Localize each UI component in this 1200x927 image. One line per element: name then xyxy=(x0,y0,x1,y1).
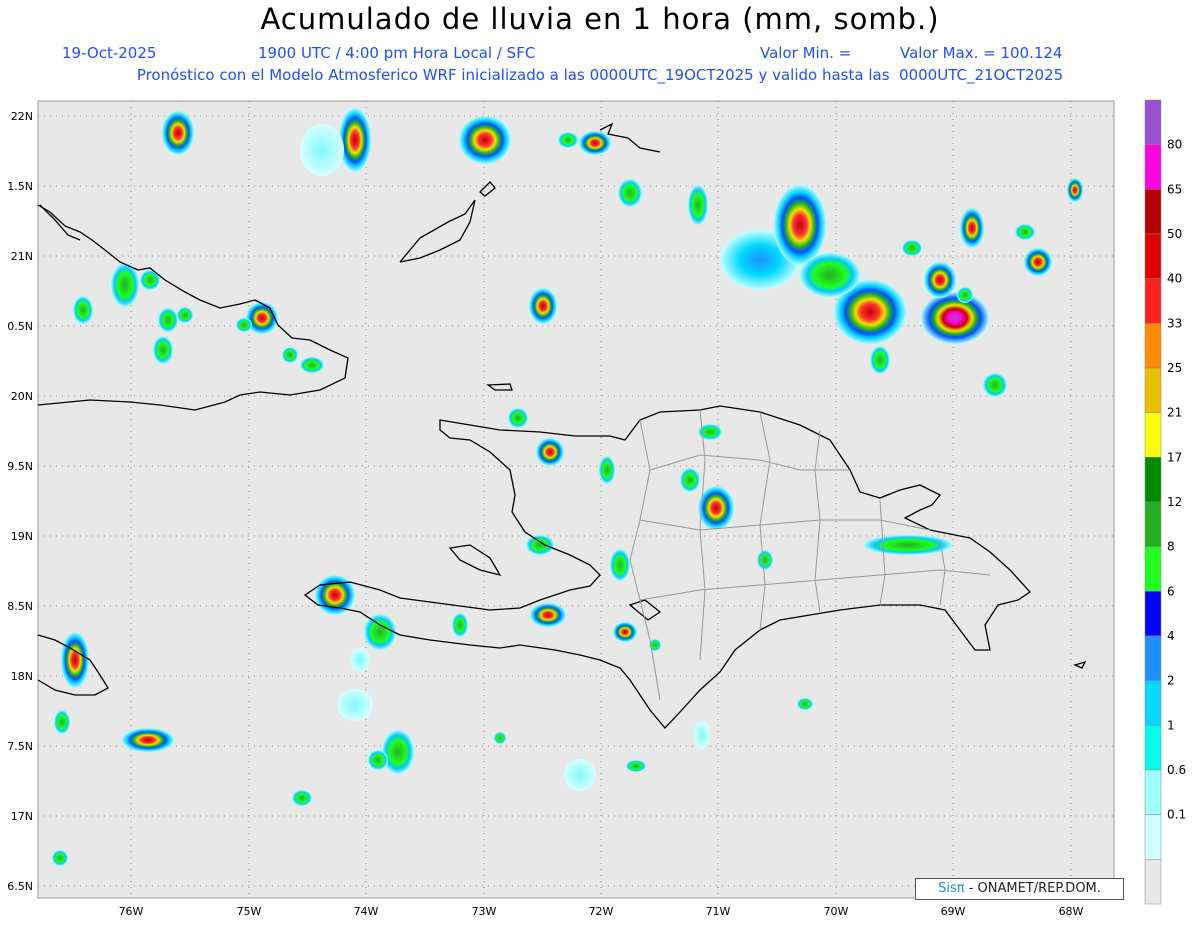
svg-text:17N: 17N xyxy=(11,810,33,823)
svg-text:6.5N: 6.5N xyxy=(7,880,33,893)
colorbar-swatch xyxy=(1144,457,1162,503)
svg-text:73W: 73W xyxy=(472,905,497,918)
colorbar-swatch xyxy=(1144,635,1162,681)
colorbar-swatch xyxy=(1144,367,1162,413)
colorbar-swatch xyxy=(1144,680,1162,726)
svg-text:76W: 76W xyxy=(119,905,144,918)
longitude-labels: 76W 75W 74W 73W 72W 71W 70W 69W 68W xyxy=(119,905,1084,918)
colorbar-swatch xyxy=(1144,323,1162,369)
svg-text:74W: 74W xyxy=(354,905,379,918)
colorbar-label: 0.6 xyxy=(1167,763,1186,777)
colorbar-swatch xyxy=(1144,189,1162,235)
colorbar-label: 65 xyxy=(1167,182,1182,196)
colorbar-swatch xyxy=(1144,725,1162,771)
svg-text:68W: 68W xyxy=(1059,905,1084,918)
colorbar-swatch xyxy=(1144,591,1162,637)
colorbar-label: 33 xyxy=(1167,316,1182,330)
colorbar-label: 50 xyxy=(1167,227,1182,241)
svg-text:0.5N: 0.5N xyxy=(7,320,33,333)
svg-text:75W: 75W xyxy=(237,905,262,918)
svg-text:69W: 69W xyxy=(941,905,966,918)
colorbar: 806550403325211712864210.60.1 xyxy=(1144,99,1186,905)
svg-text:8.5N: 8.5N xyxy=(7,600,33,613)
svg-text:71W: 71W xyxy=(706,905,731,918)
colorbar-swatch xyxy=(1144,501,1162,547)
colorbar-label: 21 xyxy=(1167,406,1182,420)
svg-text:9.5N: 9.5N xyxy=(7,460,33,473)
colorbar-swatch xyxy=(1144,144,1162,190)
svg-text:1.5N: 1.5N xyxy=(7,180,33,193)
colorbar-swatch xyxy=(1144,769,1162,815)
colorbar-swatch xyxy=(1144,99,1162,145)
svg-text:21N: 21N xyxy=(11,250,33,263)
colorbar-swatch xyxy=(1144,278,1162,324)
svg-text:7.5N: 7.5N xyxy=(7,740,33,753)
colorbar-label: 25 xyxy=(1167,361,1182,375)
sispi-logo: Sisπ xyxy=(938,881,965,896)
colorbar-label: 17 xyxy=(1167,450,1182,464)
colorbar-label: 40 xyxy=(1167,272,1182,286)
colorbar-label: 6 xyxy=(1167,584,1175,598)
colorbar-label: 0.1 xyxy=(1167,808,1186,822)
svg-text:19N: 19N xyxy=(11,530,33,543)
colorbar-label: 1 xyxy=(1167,718,1175,732)
colorbar-label: 8 xyxy=(1167,540,1175,554)
colorbar-label: 12 xyxy=(1167,495,1182,509)
svg-text:72W: 72W xyxy=(589,905,614,918)
colorbar-swatch xyxy=(1144,412,1162,458)
svg-text:22N: 22N xyxy=(11,110,33,123)
colorbar-label: 80 xyxy=(1167,138,1182,152)
svg-text:18N: 18N xyxy=(11,670,33,683)
colorbar-swatch xyxy=(1144,859,1162,905)
colorbar-swatch xyxy=(1144,546,1162,592)
svg-text:20N: 20N xyxy=(11,390,33,403)
latitude-labels: 22N 1.5N 21N 0.5N 20N 9.5N 19N 8.5N 18N … xyxy=(7,110,33,893)
credit-box: Sisπ - ONAMET/REP.DOM. xyxy=(915,878,1124,900)
colorbar-label: 2 xyxy=(1167,674,1175,688)
credit-text: - ONAMET/REP.DOM. xyxy=(968,881,1101,896)
colorbar-label: 4 xyxy=(1167,629,1175,643)
colorbar-swatch xyxy=(1144,814,1162,860)
svg-text:70W: 70W xyxy=(824,905,849,918)
colorbar-swatch xyxy=(1144,233,1162,279)
rain-map: 22N 1.5N 21N 0.5N 20N 9.5N 19N 8.5N 18N … xyxy=(7,99,1186,918)
